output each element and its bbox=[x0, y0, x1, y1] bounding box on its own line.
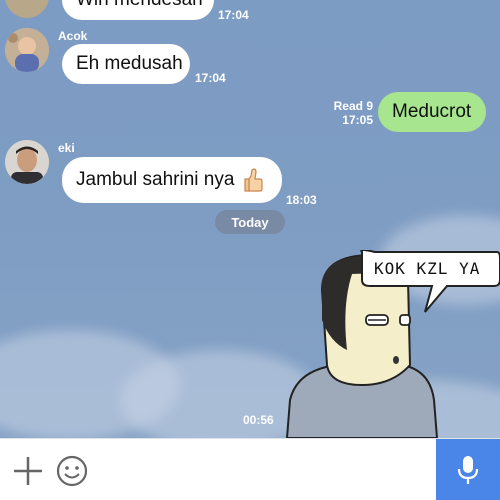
message-text: Jambul sahrini nya bbox=[76, 169, 235, 190]
sticker[interactable]: KOK KZL YA bbox=[282, 249, 500, 438]
message-bubble[interactable]: Eh medusah bbox=[62, 44, 190, 84]
message-time: 17:04 bbox=[195, 71, 226, 85]
message-text: Meducrot bbox=[392, 101, 472, 122]
message-input-bar bbox=[0, 438, 500, 500]
microphone-icon bbox=[457, 456, 479, 484]
chat-area[interactable]: Win mendesah 17:04 Acok Eh medusah 17:04… bbox=[0, 0, 500, 438]
own-message-bubble[interactable]: Meducrot bbox=[378, 92, 486, 132]
thumbs-up-icon bbox=[244, 167, 264, 193]
microphone-button[interactable] bbox=[436, 439, 500, 500]
message-time: 17:05 bbox=[342, 113, 373, 127]
avatar[interactable] bbox=[5, 0, 49, 18]
avatar[interactable] bbox=[5, 140, 49, 184]
message-bubble[interactable]: Win mendesah bbox=[62, 0, 214, 20]
read-status: Read 9 bbox=[333, 99, 373, 113]
message-time: 17:04 bbox=[218, 8, 249, 22]
message-time: 00:56 bbox=[243, 413, 274, 427]
message-input[interactable] bbox=[100, 449, 425, 491]
message-text: Win mendesah bbox=[76, 0, 203, 11]
sender-name: eki bbox=[58, 141, 75, 155]
avatar[interactable] bbox=[5, 28, 49, 72]
message-bubble[interactable]: Jambul sahrini nya bbox=[62, 157, 282, 203]
message-text: Eh medusah bbox=[76, 53, 183, 74]
message-time: 18:03 bbox=[286, 193, 317, 207]
date-separator: Today bbox=[215, 210, 285, 234]
sticker-speech-text: KOK KZL YA bbox=[374, 259, 481, 278]
read-receipt: Read 9 17:05 bbox=[318, 99, 373, 127]
emoji-icon[interactable] bbox=[54, 453, 90, 489]
plus-icon[interactable] bbox=[10, 453, 46, 489]
sender-name: Acok bbox=[58, 29, 88, 43]
